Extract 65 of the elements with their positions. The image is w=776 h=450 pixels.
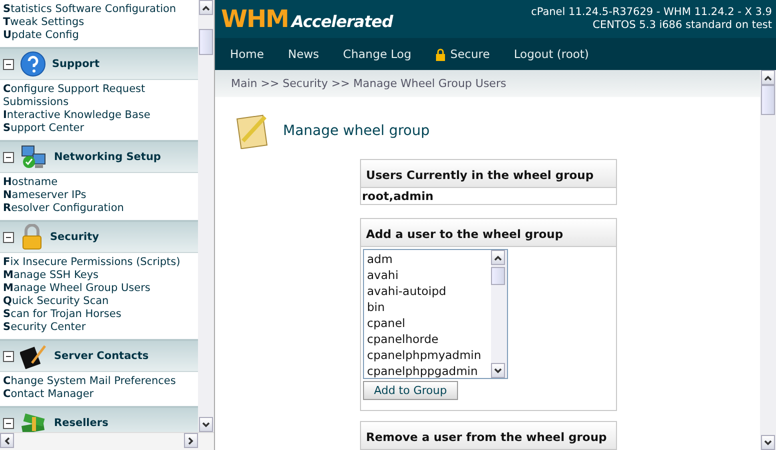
sidebar-link[interactable]: Manage SSH Keys [3,269,193,282]
scrollbar-thumb[interactable] [491,267,505,285]
scrollbar[interactable] [760,70,776,450]
list-option[interactable]: cpanelphppgadmin [367,363,488,378]
section-title: Server Contacts [54,350,149,362]
nav-link[interactable]: Home [230,47,264,61]
list-option[interactable]: cpanelphpmyadmin [367,347,488,363]
sidebar-link[interactable]: Resolver Configuration [3,202,193,215]
sidebar-link[interactable]: Contact Manager [3,388,193,401]
nav-link[interactable]: News [288,47,320,61]
scrollbar[interactable] [491,250,507,378]
list-option[interactable]: cpanelhorde [367,331,488,347]
network-computers-icon [20,144,48,170]
help-icon [20,51,46,77]
padlock-icon [435,48,446,60]
section-title: Resellers [54,417,108,429]
sidebar-link[interactable]: Support Center [3,122,193,135]
scrollbar[interactable] [0,432,214,450]
section-header[interactable]: Security [0,220,198,253]
scrollbar-thumb[interactable] [761,85,775,115]
version-text: CENTOS 5.3 i686 standard on test [592,19,772,32]
list-option[interactable]: cpanel [367,315,488,331]
sidebar-link[interactable]: Interactive Knowledge Base [3,109,193,122]
collapse-icon[interactable] [3,152,14,162]
sidebar-link[interactable]: Statistics Software Configuration [3,3,193,16]
sidebar-link[interactable]: Tweak Settings [3,16,193,29]
section-header[interactable]: Networking Setup [0,140,198,173]
section-title: Support [52,58,100,70]
notebook-pen-icon [20,343,48,369]
page-title: Manage wheel group [283,123,430,139]
list-option[interactable]: bin [367,299,488,315]
list-option[interactable]: adm [367,251,488,267]
logo-text: WHM [221,5,288,33]
section-header[interactable]: Server Contacts [0,339,198,372]
padlock-icon [20,224,44,250]
section-header[interactable]: Resellers [0,406,198,432]
section-header[interactable]: Support [0,47,198,80]
sidebar-link[interactable]: Security Center [3,321,193,334]
sidebar-link[interactable]: Fix Insecure Permissions (Scripts) [3,256,193,269]
sidebar-link[interactable]: Hostname [3,176,193,189]
list-option[interactable]: avahi-autoipd [367,283,488,299]
sidebar-link[interactable]: Manage Wheel Group Users [3,282,193,295]
collapse-icon[interactable] [3,232,14,242]
section-title: Security [50,231,100,243]
sidebar-link[interactable]: Scan for Trojan Horses [3,308,193,321]
breadcrumb: Main >> Security >> Manage Wheel Group Users [215,70,760,97]
sidebar-link[interactable]: Quick Security Scan [3,295,193,308]
sidebar-link[interactable]: Change System Mail Preferences [3,375,193,388]
sidebar-link[interactable]: Nameserver IPs [3,189,193,202]
scrollbar[interactable] [198,0,214,432]
user-list-text: root,admin [361,188,434,204]
list-option[interactable]: avahi [367,267,488,283]
add-to-group-button[interactable]: Add to Group [363,381,458,400]
nav-link[interactable]: Logout (root) [514,47,589,61]
user-listbox[interactable]: adm avahi avahi-autoipd bin cpanel cpanelhorde cpanelphpmyadmin cpanelphppgadmin [363,249,508,379]
nav-link[interactable]: Change Log [343,47,412,61]
sidebar-link[interactable]: Update Config [3,29,193,42]
collapse-icon[interactable] [3,350,14,362]
collapse-icon[interactable] [3,58,14,70]
nav-link[interactable]: Secure [435,47,490,61]
collapse-icon[interactable] [3,418,14,428]
scrollbar-thumb[interactable] [199,29,213,55]
logo-subtitle: Accelerated [291,12,393,31]
version-text: cPanel 11.24.5-R37629 - WHM 11.24.2 - X 3.9 [531,6,772,19]
section-title: Networking Setup [54,151,161,163]
